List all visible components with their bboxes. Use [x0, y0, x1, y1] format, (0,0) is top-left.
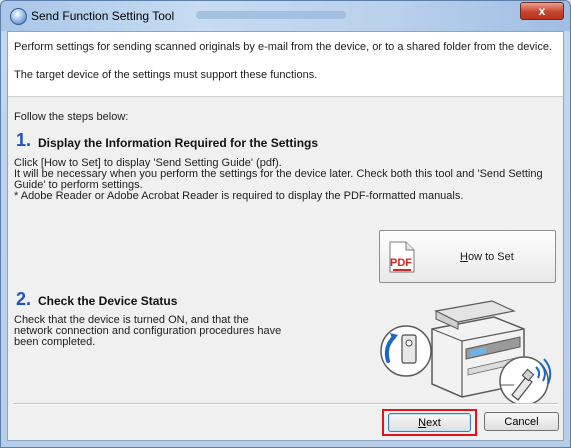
- step2-title: Check the Device Status: [38, 294, 178, 308]
- step1-line3: * Adobe Reader or Adobe Acrobat Reader i…: [14, 190, 464, 202]
- intro-requirement-text: The target device of the settings must s…: [14, 69, 318, 81]
- intro-panel: Perform settings for sending scanned ori…: [8, 32, 563, 97]
- step2-description: Check that the device is turned ON, and …: [14, 314, 282, 348]
- dialog-content: Perform settings for sending scanned ori…: [7, 31, 564, 441]
- app-icon: [10, 8, 27, 25]
- cancel-button[interactable]: Cancel: [484, 412, 559, 431]
- how-to-set-button[interactable]: PDF How to Set: [379, 230, 556, 283]
- close-button[interactable]: x: [520, 2, 564, 20]
- step1-description: Click [How to Set] to display 'Send Sett…: [14, 158, 560, 202]
- intro-text: Perform settings for sending scanned ori…: [14, 41, 553, 53]
- how-to-set-label: How to Set: [460, 251, 514, 263]
- step1-line2: It will be necessary when you perform th…: [14, 168, 543, 191]
- svg-text:PDF: PDF: [390, 257, 412, 269]
- next-button-label: Next: [418, 416, 441, 429]
- step2-number: 2.: [16, 289, 32, 309]
- step1-title: Display the Information Required for the…: [38, 136, 319, 150]
- step1-number: 1.: [16, 130, 32, 150]
- footer-divider: [13, 403, 558, 405]
- next-button[interactable]: Next: [388, 413, 471, 432]
- dialog-window: Send Function Setting Tool x Perform set…: [0, 0, 571, 448]
- title-bar[interactable]: Send Function Setting Tool x: [1, 1, 570, 31]
- close-icon: x: [538, 4, 546, 18]
- pdf-file-icon: PDF: [389, 241, 415, 273]
- follow-steps-text: Follow the steps below:: [14, 111, 129, 123]
- next-button-highlight: Next: [382, 409, 477, 436]
- blurred-title-area: [196, 11, 346, 19]
- device-status-illustration: [380, 300, 552, 404]
- window-title: Send Function Setting Tool: [31, 9, 175, 23]
